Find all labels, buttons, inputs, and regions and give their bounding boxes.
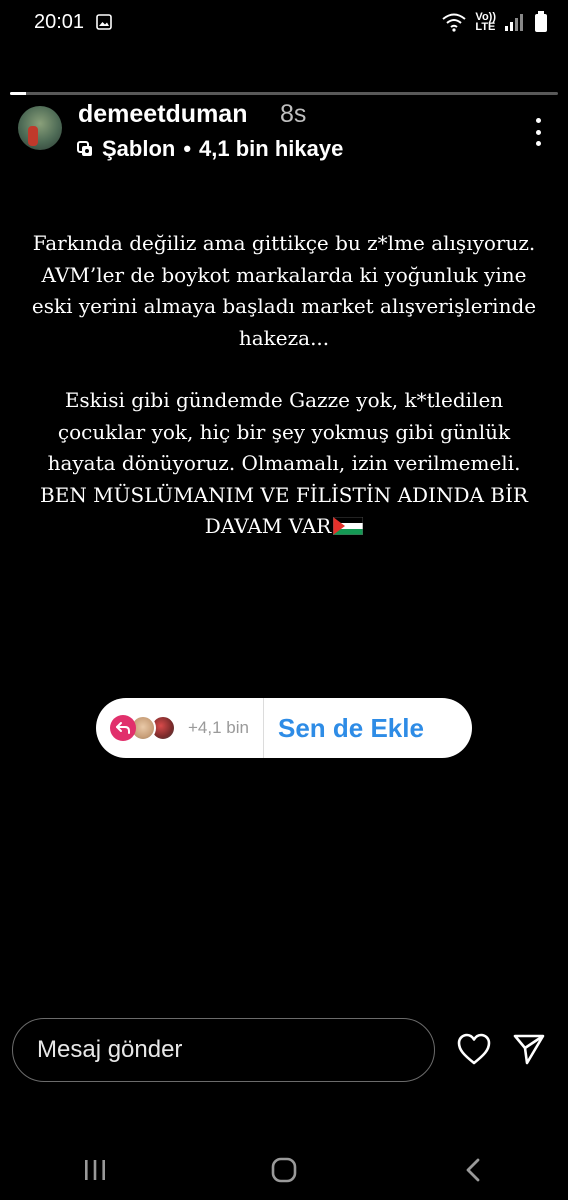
message-input[interactable]	[35, 1035, 419, 1065]
status-time: 20:01	[34, 10, 85, 33]
status-left: 20:01	[34, 11, 112, 34]
home-icon[interactable]	[264, 1150, 304, 1190]
battery-icon	[535, 11, 547, 32]
template-icon	[77, 141, 92, 156]
template-info[interactable]: Şablon • 4,1 bin hikaye	[76, 136, 343, 162]
participant-count: +4,1 bin	[188, 718, 249, 737]
story-progress-fill	[10, 92, 27, 95]
more-options-icon[interactable]	[526, 114, 550, 150]
story-paragraph-1: Farkında değiliz ama gittikçe bu z*lme a…	[31, 231, 537, 350]
lte-label: LTE	[475, 21, 496, 33]
reply-arrow-icon	[116, 722, 130, 734]
add-yours-button[interactable]: Sen de Ekle	[278, 713, 424, 744]
status-bar: 20:01 Vo)) LTE	[0, 0, 568, 44]
signal-icon	[505, 14, 523, 31]
story-header: demeetduman 8s Şablon • 4,1 bin hikaye	[18, 100, 550, 170]
add-yours-sticker[interactable]: +4,1 bin Sen de Ekle	[96, 698, 472, 758]
meta-separator: •	[183, 136, 192, 161]
username[interactable]: demeetduman	[78, 100, 247, 129]
story-text: Farkında değiliz ama gittikçe bu z*lme a…	[24, 228, 544, 543]
story-progress-bar	[10, 92, 558, 95]
navigation-bar	[0, 1140, 568, 1200]
add-yours-divider	[262, 698, 264, 758]
status-right: Vo)) LTE	[441, 11, 548, 33]
avatar[interactable]	[18, 106, 62, 150]
story-paragraph-3: BEN MÜSLÜMANIM VE FİLİSTİN ADINDA BİR DA…	[24, 480, 544, 543]
palestine-flag-icon	[333, 517, 364, 535]
heart-icon[interactable]	[456, 1032, 492, 1066]
story-paragraph-3-text: BEN MÜSLÜMANIM VE FİLİSTİN ADINDA BİR DA…	[40, 482, 528, 539]
time-ago: 8s	[280, 100, 307, 128]
network-indicator: Vo)) LTE	[475, 12, 496, 33]
template-label: Şablon	[102, 136, 176, 161]
send-icon[interactable]	[512, 1032, 546, 1066]
message-field[interactable]	[12, 1018, 435, 1082]
story-count: 4,1 bin hikaye	[199, 136, 344, 161]
story-paragraph-2: Eskisi gibi gündemde Gazze yok, k*tledil…	[47, 388, 521, 475]
gallery-icon	[96, 14, 112, 30]
back-icon[interactable]	[453, 1150, 493, 1190]
wifi-icon	[442, 13, 467, 32]
recents-icon[interactable]	[75, 1150, 115, 1190]
add-yours-icon	[110, 715, 136, 741]
